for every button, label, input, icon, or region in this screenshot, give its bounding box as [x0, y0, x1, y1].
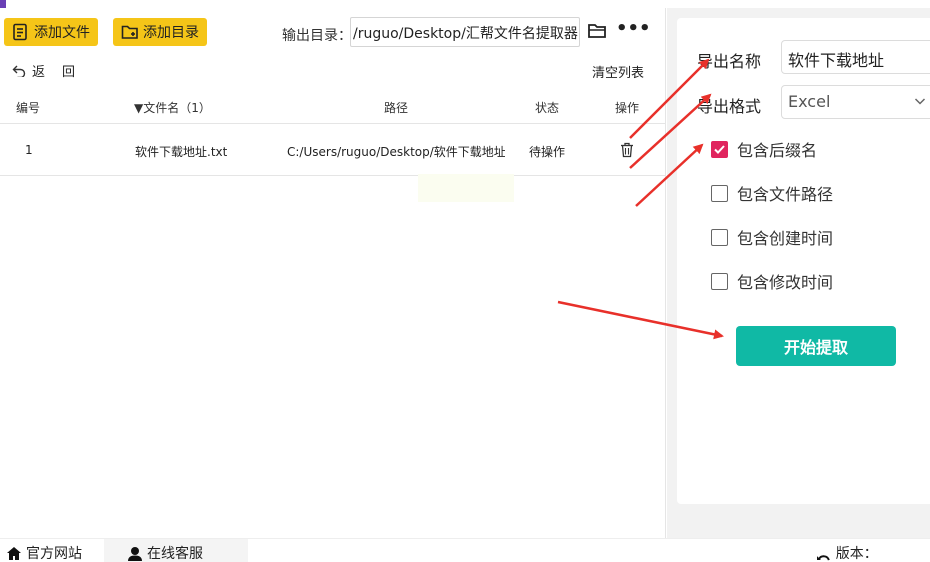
version-info[interactable]: 版本： 2.2.0.0 — [816, 543, 930, 562]
back-button[interactable]: 返 — [12, 61, 45, 80]
online-support-label: 在线客服 — [147, 546, 203, 562]
official-website-link[interactable]: 官方网站 — [6, 543, 82, 562]
checkbox-checked[interactable] — [711, 140, 728, 158]
option-include-extension[interactable]: 包含后缀名 — [711, 137, 817, 161]
option-label: 包含修改时间 — [737, 273, 834, 292]
checkbox[interactable] — [711, 228, 728, 246]
support-agent-icon — [128, 546, 142, 561]
export-format-label: 导出格式 — [697, 97, 762, 116]
column-action: 操作 — [615, 101, 640, 115]
checkbox[interactable] — [711, 272, 728, 290]
tooltip-ghost — [418, 174, 514, 202]
row-status: 待操作 — [529, 145, 566, 159]
browse-folder-button[interactable] — [587, 22, 609, 42]
folder-icon — [588, 24, 606, 38]
official-website-label: 官方网站 — [26, 546, 82, 562]
column-status: 状态 — [535, 101, 560, 115]
column-filename-label: 文件名（1） — [143, 101, 211, 115]
app-logo-corner — [0, 0, 6, 8]
option-include-modified-time[interactable]: 包含修改时间 — [711, 269, 833, 293]
navigation-row: 返 回 清空列表 — [0, 58, 666, 82]
sort-down-icon: ▼ — [134, 101, 144, 115]
row-path: C:/Users/ruguo/Desktop/软件下载地址 — [287, 145, 505, 159]
checkbox[interactable] — [711, 184, 728, 202]
option-label: 包含文件路径 — [737, 185, 834, 204]
add-directory-label: 添加目录 — [143, 25, 199, 41]
back-label: 返 — [32, 65, 46, 80]
table-row[interactable]: 1 软件下载地址.txt C:/Users/ruguo/Desktop/软件下载… — [0, 126, 666, 176]
table-header: 编号 ▼文件名（1） 路径 状态 操作 — [0, 90, 666, 124]
refresh-icon — [816, 554, 830, 560]
output-dir-label: 输出目录： — [282, 28, 352, 44]
row-filename: 软件下载地址.txt — [135, 145, 228, 159]
column-index: 编号 — [16, 101, 41, 115]
version-label: 版本： 2.2.0.0 — [835, 546, 878, 562]
column-filename[interactable]: ▼文件名（1） — [134, 99, 211, 116]
add-directory-button[interactable]: 添加目录 — [113, 18, 207, 46]
home-icon — [7, 546, 21, 560]
export-settings-card: 导出名称 软件下载地址 导出格式 Excel 包含后缀名 包含文件路径 包含创建… — [677, 18, 930, 504]
option-label: 包含后缀名 — [737, 141, 818, 160]
column-path: 路径 — [384, 101, 409, 115]
file-list-panel: 添加文件 添加目录 输出目录： /ruguo/Desktop/汇帮文件名提取器 … — [0, 8, 666, 538]
add-file-icon — [13, 23, 27, 41]
export-settings-panel: 导出名称 软件下载地址 导出格式 Excel 包含后缀名 包含文件路径 包含创建… — [667, 8, 930, 538]
export-name-label: 导出名称 — [697, 52, 762, 71]
online-support-link[interactable]: 在线客服 — [127, 543, 203, 562]
start-extract-button[interactable]: 开始提取 — [736, 326, 896, 366]
delete-row-button[interactable] — [620, 142, 634, 161]
export-format-value: Excel — [788, 92, 831, 111]
output-dir-field[interactable]: /ruguo/Desktop/汇帮文件名提取器 — [350, 17, 580, 47]
option-include-created-time[interactable]: 包含创建时间 — [711, 225, 833, 249]
add-file-label: 添加文件 — [34, 25, 90, 41]
add-file-button[interactable]: 添加文件 — [4, 18, 98, 46]
undo-icon — [12, 65, 26, 77]
toolbar: 添加文件 添加目录 输出目录： /ruguo/Desktop/汇帮文件名提取器 … — [0, 8, 666, 56]
add-folder-icon — [121, 25, 138, 39]
row-index: 1 — [25, 143, 33, 157]
option-include-path[interactable]: 包含文件路径 — [711, 181, 833, 205]
more-options-button[interactable]: ••• — [616, 20, 651, 42]
clear-list-button[interactable]: 清空列表 — [592, 62, 644, 81]
trash-icon — [621, 142, 633, 158]
back-label-2[interactable]: 回 — [62, 61, 75, 80]
option-label: 包含创建时间 — [737, 229, 834, 248]
chevron-down-icon — [914, 98, 926, 105]
export-name-input[interactable]: 软件下载地址 — [781, 40, 930, 74]
status-bar: 官方网站 在线客服 版本： 2.2.0.0 — [0, 538, 930, 562]
title-strip — [0, 0, 930, 8]
app-window: 添加文件 添加目录 输出目录： /ruguo/Desktop/汇帮文件名提取器 … — [0, 0, 930, 562]
export-format-select[interactable]: Excel — [781, 85, 930, 119]
check-icon — [714, 144, 725, 154]
